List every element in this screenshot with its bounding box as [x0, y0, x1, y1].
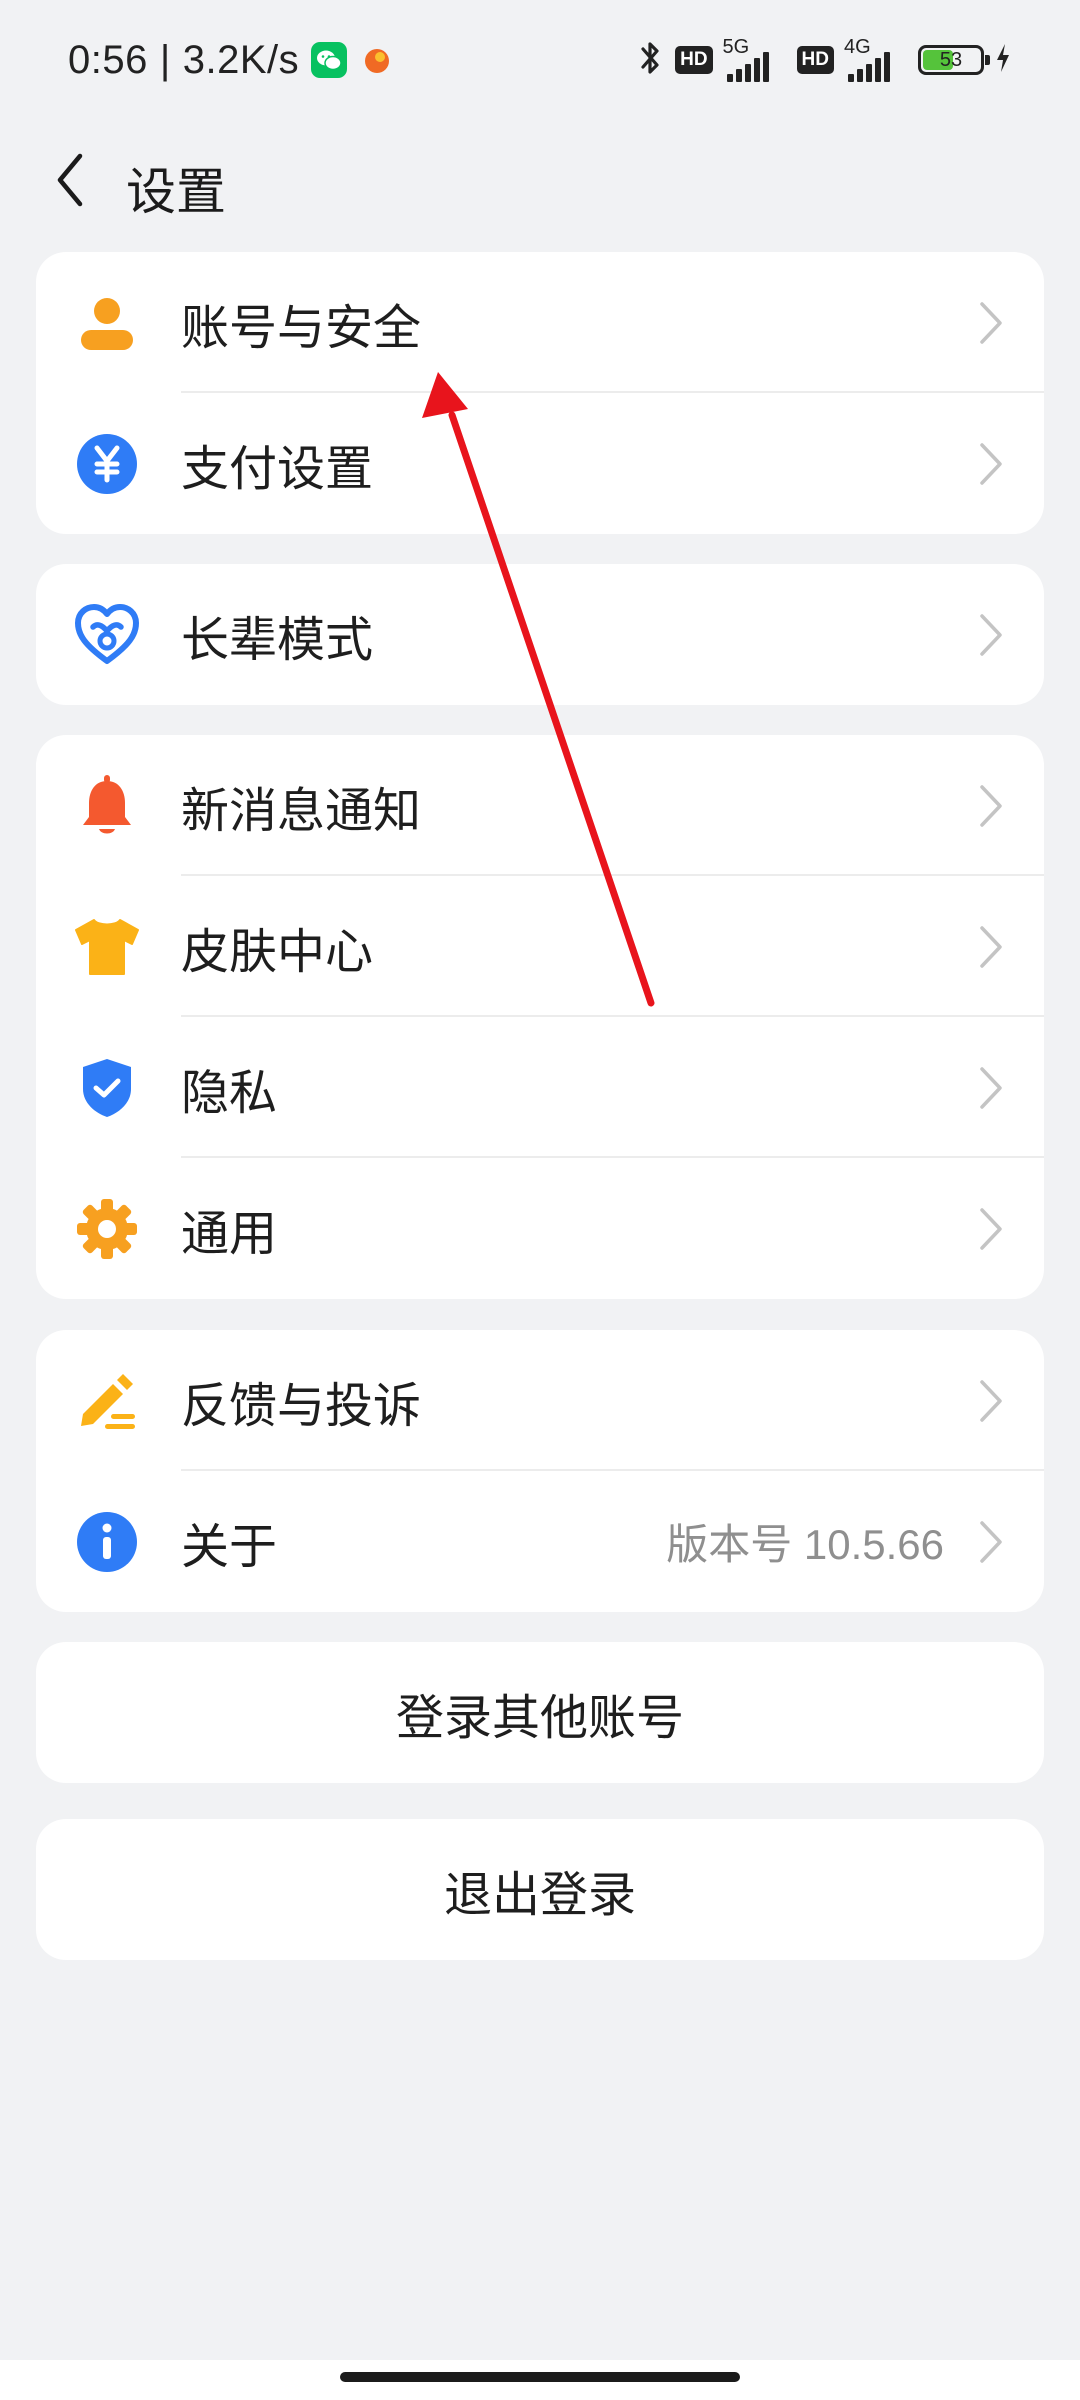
settings-section-general: 新消息通知 皮肤中心 隐私 通用	[36, 735, 1044, 1299]
status-time: 0:56	[68, 37, 148, 82]
switch-account-button[interactable]: 登录其他账号	[36, 1642, 1044, 1783]
status-bar: 0:56 | 3.2K/s HD 5G HD 4G 53	[0, 0, 1080, 120]
chevron-right-icon	[980, 785, 1002, 827]
settings-section-elder: 长辈模式	[36, 564, 1044, 705]
chevron-right-icon	[980, 926, 1002, 968]
signal-4g-icon: 4G	[844, 36, 908, 82]
heart-icon	[72, 600, 142, 670]
tshirt-icon	[72, 912, 142, 982]
charging-icon	[994, 42, 1012, 78]
shield-check-icon	[72, 1053, 142, 1123]
settings-item-label: 皮肤中心	[181, 923, 374, 980]
settings-item-payment[interactable]: 支付设置	[36, 393, 1044, 534]
settings-section-about: 反馈与投诉 关于 版本号 10.5.66	[36, 1330, 1044, 1612]
home-indicator[interactable]	[340, 2372, 740, 2382]
logout-button[interactable]: 退出登录	[36, 1819, 1044, 1960]
status-bar-right: HD 5G HD 4G 53	[635, 34, 1012, 86]
chevron-right-icon	[980, 1521, 1002, 1563]
settings-item-skin-center[interactable]: 皮肤中心	[36, 876, 1044, 1017]
yuan-icon	[72, 429, 142, 499]
switch-account-label: 登录其他账号	[395, 1689, 684, 1746]
settings-item-label: 支付设置	[181, 440, 374, 497]
battery-level: 53	[939, 49, 963, 71]
chevron-right-icon	[980, 614, 1002, 656]
app-notification-icon	[359, 42, 395, 78]
settings-item-label: 通用	[181, 1205, 278, 1262]
status-bar-left: 0:56 | 3.2K/s	[68, 30, 395, 90]
battery-icon: 53	[918, 45, 990, 75]
page-title: 设置	[126, 163, 226, 221]
hd-badge-2: HD	[796, 46, 834, 74]
status-separator: |	[159, 37, 171, 82]
settings-item-general[interactable]: 通用	[36, 1158, 1044, 1299]
chevron-right-icon	[980, 1380, 1002, 1422]
chevron-left-icon	[57, 153, 83, 207]
gear-icon	[72, 1194, 142, 1264]
version-text: 版本号 10.5.66	[666, 1521, 944, 1568]
bluetooth-icon	[635, 38, 665, 82]
settings-item-label: 账号与安全	[181, 299, 422, 356]
chevron-right-icon	[980, 302, 1002, 344]
settings-item-label: 新消息通知	[181, 782, 422, 839]
hd-badge-1: HD	[675, 46, 713, 74]
settings-item-label: 隐私	[181, 1064, 278, 1121]
chevron-right-icon	[980, 443, 1002, 485]
settings-item-about[interactable]: 关于 版本号 10.5.66	[36, 1471, 1044, 1612]
back-button[interactable]	[40, 140, 100, 220]
settings-item-label: 长辈模式	[181, 611, 374, 668]
settings-section-account: 账号与安全 支付设置	[36, 252, 1044, 534]
logout-label: 退出登录	[443, 1866, 636, 1923]
user-icon	[72, 288, 142, 358]
settings-item-label: 反馈与投诉	[181, 1377, 422, 1434]
settings-item-label: 关于	[181, 1518, 278, 1575]
info-icon	[72, 1507, 142, 1577]
wechat-icon	[311, 42, 348, 78]
settings-item-privacy[interactable]: 隐私	[36, 1017, 1044, 1158]
settings-screen: 0:56 | 3.2K/s HD 5G HD 4G 53 设置 账号与安全 支付…	[0, 0, 1080, 2400]
signal-5g-icon: 5G	[723, 36, 787, 82]
bell-icon	[72, 771, 142, 841]
page-header: 设置	[0, 110, 1080, 250]
edit-icon	[72, 1366, 142, 1436]
network-speed: 3.2K/s	[182, 37, 300, 82]
chevron-right-icon	[980, 1067, 1002, 1109]
chevron-right-icon	[980, 1208, 1002, 1250]
settings-item-feedback[interactable]: 反馈与投诉	[36, 1330, 1044, 1471]
settings-item-account-security[interactable]: 账号与安全	[36, 252, 1044, 393]
settings-item-notifications[interactable]: 新消息通知	[36, 735, 1044, 876]
settings-item-elder-mode[interactable]: 长辈模式	[36, 564, 1044, 705]
